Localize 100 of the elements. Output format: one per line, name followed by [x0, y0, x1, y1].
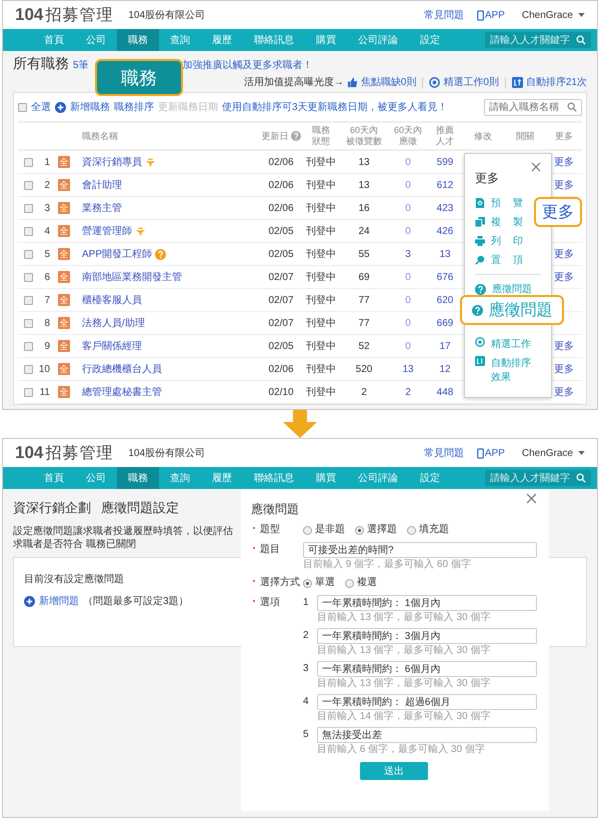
radio-button[interactable]	[303, 526, 312, 534]
recommend-count-link[interactable]: 599	[428, 156, 462, 168]
checkbox[interactable]	[24, 364, 33, 374]
radio-label[interactable]: 填充題	[419, 522, 449, 538]
sort-icon[interactable]	[475, 356, 485, 366]
job-name-link[interactable]: 法務人員/助理	[82, 316, 145, 330]
boost-link[interactable]: 自動排序21次	[526, 75, 587, 89]
recommend-count-link[interactable]: 669	[428, 318, 462, 328]
faq-link[interactable]: 常見問題	[424, 8, 464, 22]
more-link[interactable]: 更多	[554, 364, 574, 375]
recommend-count-link[interactable]: 612	[428, 180, 462, 190]
caret-icon[interactable]	[578, 13, 585, 17]
recommend-count-link[interactable]: 448	[428, 386, 462, 398]
tip-link[interactable]: 使用自動排序可3天更新職務日期，被更多人看見！	[222, 100, 448, 114]
recommend-count-link[interactable]: 423	[428, 202, 462, 214]
option-field[interactable]: 一年累積時間約： 1個月內	[317, 595, 537, 611]
checkbox[interactable]	[24, 342, 33, 350]
plus-icon[interactable]	[55, 102, 66, 112]
boost-link[interactable]: 精選工作0則	[443, 75, 499, 89]
question-field[interactable]: 可接受出差的時間?	[303, 542, 537, 558]
app-link[interactable]: APP	[484, 10, 505, 20]
add-question-link[interactable]: 新增問題	[39, 594, 79, 608]
user-menu[interactable]: ChenGrace	[522, 448, 573, 458]
radio-button[interactable]	[355, 526, 364, 534]
job-name-link[interactable]: APP開發工程師	[82, 247, 152, 261]
radio-button[interactable]	[345, 578, 354, 588]
radio-label[interactable]: 是非題	[315, 522, 345, 538]
recommend-count-link[interactable]: 426	[428, 226, 462, 236]
checkbox[interactable]	[24, 272, 33, 282]
radio-button[interactable]	[407, 526, 416, 534]
job-name-link[interactable]: 資深行銷專員	[82, 155, 142, 169]
plus-icon[interactable]	[24, 596, 35, 606]
recommend-count-link[interactable]: 13	[428, 248, 462, 260]
nav-tab[interactable]: 職務	[117, 467, 159, 489]
radio-label[interactable]: 複選	[357, 575, 377, 591]
logo-title[interactable]: 招募管理	[45, 442, 114, 464]
copy-icon[interactable]	[475, 217, 485, 227]
logo-title[interactable]: 招募管理	[45, 4, 114, 26]
close-icon[interactable]	[526, 493, 537, 504]
radio-label[interactable]: 單選	[315, 575, 335, 591]
applied-count-link[interactable]: 3	[388, 248, 428, 260]
more-link[interactable]: 更多	[554, 272, 574, 283]
checkbox[interactable]	[24, 388, 33, 396]
more-link[interactable]: 更多	[554, 249, 574, 260]
job-name-link[interactable]: 櫃檯客服人員	[82, 293, 142, 307]
checkbox[interactable]	[24, 250, 33, 258]
option-number: 2	[303, 629, 310, 643]
close-icon[interactable]	[531, 162, 541, 172]
recommend-count-link[interactable]: 17	[428, 340, 462, 352]
option-field[interactable]: 一年累積時間約： 超過6個月	[317, 694, 537, 710]
applied-count-link[interactable]: 2	[388, 386, 428, 398]
table-cell-text: 刊登中	[305, 294, 337, 307]
checkbox[interactable]	[24, 226, 33, 236]
job-name-link[interactable]: 客戶關係經理	[82, 339, 142, 353]
app-link[interactable]: APP	[484, 448, 505, 458]
printer-icon[interactable]	[475, 236, 485, 246]
option-field[interactable]: 一年累積時間約： 3個月內	[317, 628, 537, 644]
applied-count-link[interactable]: 13	[388, 364, 428, 374]
job-search-field[interactable]: 請輸入職務名稱	[484, 98, 582, 116]
radio-button[interactable]	[303, 578, 312, 588]
caret-icon[interactable]	[578, 451, 585, 455]
user-menu[interactable]: ChenGrace	[522, 10, 573, 20]
checkbox[interactable]	[24, 180, 33, 190]
more-link[interactable]: 更多	[554, 157, 574, 168]
promo-link[interactable]: 加強推廣以觸及更多求職者！	[182, 58, 313, 72]
checkbox[interactable]	[24, 296, 33, 304]
logo-number[interactable]: 104	[15, 442, 44, 462]
search-icon[interactable]	[576, 35, 586, 45]
search-icon[interactable]	[567, 102, 577, 112]
checkbox[interactable]	[24, 318, 33, 328]
option-field[interactable]: 一年累積時間約： 6個月內	[317, 661, 537, 677]
recommend-count-link[interactable]: 620	[428, 294, 462, 306]
job-name-link[interactable]: 會計助理	[82, 178, 122, 192]
checkbox[interactable]	[18, 102, 27, 112]
job-name-link[interactable]: 行政總機櫃台人員	[82, 362, 162, 376]
select-all-link[interactable]: 全選	[31, 100, 51, 114]
more-link[interactable]: 更多	[554, 387, 574, 398]
promo-link[interactable]: 5筆	[73, 58, 89, 72]
recommend-count-link[interactable]: 676	[428, 272, 462, 282]
job-name-link[interactable]: 業務主管	[82, 201, 122, 215]
faq-link[interactable]: 常見問題	[424, 446, 464, 460]
checkbox[interactable]	[24, 204, 33, 212]
job-name-link[interactable]: 營運管理師	[82, 224, 132, 238]
add-job-link[interactable]: 新增職務	[70, 100, 110, 114]
search-icon[interactable]	[576, 473, 586, 483]
logo-number[interactable]: 104	[15, 4, 44, 24]
boost-link[interactable]: 焦點職缺0則	[360, 75, 416, 89]
job-name-link[interactable]: 總管理處秘書主管	[82, 385, 162, 399]
checkbox[interactable]	[24, 158, 33, 166]
row-number: 4	[43, 226, 50, 236]
radio-label[interactable]: 選擇題	[367, 522, 397, 538]
option-field[interactable]: 無法接受出差	[317, 727, 537, 743]
more-link[interactable]: 更多	[554, 180, 574, 191]
more-link[interactable]: 更多	[554, 341, 574, 352]
nav-tab[interactable]: 職務	[117, 29, 159, 51]
job-name-link[interactable]: 南部地區業務開發主管	[82, 270, 182, 284]
recommend-count-link[interactable]: 12	[428, 364, 462, 374]
sort-link[interactable]: 職務排序	[114, 100, 154, 114]
document-search-icon[interactable]	[475, 198, 485, 208]
target-icon[interactable]	[475, 337, 485, 347]
